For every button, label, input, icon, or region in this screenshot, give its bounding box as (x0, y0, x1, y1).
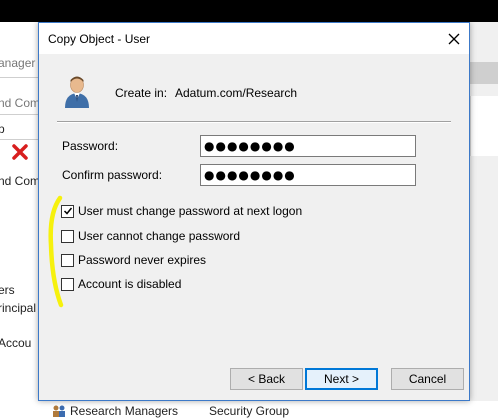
close-icon (448, 33, 460, 44)
password-label: Password: (62, 139, 119, 153)
account-disabled-checkbox[interactable] (61, 277, 74, 291)
password-never-expires-label: Password never expires (78, 253, 207, 267)
dialog-title-bar[interactable]: Copy Object - User (39, 23, 469, 54)
background-row-name: Research Managers (70, 404, 179, 418)
background-divider (0, 77, 38, 78)
create-in-label: Create in: (115, 86, 168, 100)
account-disabled-option[interactable]: Account is disabled (61, 276, 181, 292)
background-list-row[interactable]: Research Managers Security Group (44, 401, 498, 418)
background-tree-item[interactable]: Accou (0, 336, 31, 350)
back-button[interactable]: < Back (230, 368, 303, 390)
confirm-password-label: Confirm password: (62, 168, 163, 182)
background-title-fragment: nd Com (0, 96, 41, 110)
password-never-expires-option[interactable]: Password never expires (61, 252, 206, 268)
password-never-expires-checkbox[interactable] (61, 253, 74, 267)
background-top-bar (0, 0, 498, 22)
cancel-button[interactable]: Cancel (391, 368, 464, 390)
password-field[interactable] (200, 135, 416, 157)
cannot-change-password-label: User cannot change password (78, 229, 241, 243)
background-menu-fragment[interactable]: p (0, 122, 5, 136)
account-disabled-label: Account is disabled (78, 277, 182, 291)
separator (57, 121, 451, 123)
must-change-password-label: User must change password at next logon (78, 204, 303, 218)
background-row-type: Security Group (209, 404, 290, 418)
user-icon (65, 76, 89, 108)
background-tree-item[interactable]: nd Com (0, 174, 40, 188)
background-tree-item[interactable]: ers (0, 283, 15, 297)
dialog-title: Copy Object - User (48, 32, 151, 46)
must-change-password-checkbox[interactable] (61, 204, 74, 218)
must-change-password-option[interactable]: User must change password at next logon (61, 203, 302, 219)
group-icon (53, 405, 65, 417)
background-toolbar-fragment (470, 62, 498, 84)
background-tree-item[interactable]: rincipal (0, 301, 36, 315)
next-button[interactable]: Next > (305, 368, 378, 390)
background-divider (0, 114, 38, 115)
background-title-fragment: anager (0, 56, 36, 70)
confirm-password-field[interactable] (200, 164, 416, 186)
create-in-path: Adatum.com/Research (175, 86, 298, 100)
cannot-change-password-option[interactable]: User cannot change password (61, 228, 240, 244)
copy-object-user-dialog: Copy Object - User Create in: Adatum.com… (38, 22, 470, 401)
close-button[interactable] (439, 23, 469, 54)
background-divider (0, 139, 38, 140)
background-list-fragment (470, 96, 498, 156)
cannot-change-password-checkbox[interactable] (61, 229, 74, 243)
checkmark-icon (63, 207, 72, 215)
delete-icon[interactable] (11, 143, 29, 161)
